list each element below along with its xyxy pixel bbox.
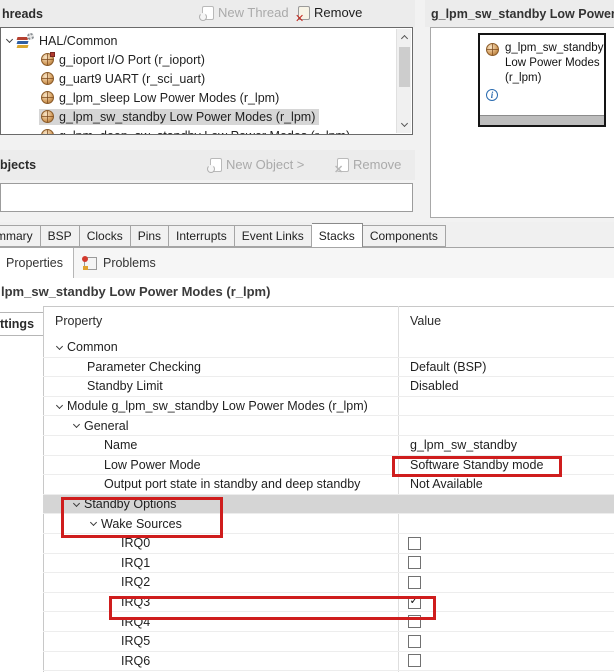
property-row[interactable]: Name g_lpm_sw_standby xyxy=(43,436,614,456)
property-row[interactable]: IRQ6 xyxy=(43,652,614,672)
remove-object-icon: ✕ xyxy=(337,158,349,172)
property-row[interactable]: IRQ4 xyxy=(43,612,614,632)
tree-item[interactable]: g_lpm_sleep Low Power Modes (r_lpm) xyxy=(1,88,395,107)
editor-tab[interactable]: Event Links xyxy=(235,225,312,247)
new-thread-icon xyxy=(202,6,214,20)
checkbox[interactable] xyxy=(408,654,421,667)
stack-panel-header: g_lpm_sw_standby Low Power xyxy=(425,0,614,27)
threads-toolbar: hreads New Thread ✕ Remove xyxy=(0,0,415,27)
property-row[interactable]: Common xyxy=(43,338,614,358)
remove-icon: ✕ xyxy=(298,6,310,20)
checkbox[interactable] xyxy=(408,635,421,648)
card-line-1: g_lpm_sw_standby xyxy=(505,41,603,56)
property-row[interactable]: Output port state in standby and deep st… xyxy=(43,475,614,495)
property-row[interactable]: Standby Options xyxy=(43,495,614,515)
expand-chevron-icon[interactable] xyxy=(6,36,13,43)
properties-view-title: lpm_sw_standby Low Power Modes (r_lpm) xyxy=(1,284,270,299)
property-row[interactable]: Module g_lpm_sw_standby Low Power Modes … xyxy=(43,397,614,417)
tree-item[interactable]: g_lpm_sw_standby Low Power Modes (r_lpm) xyxy=(1,107,395,126)
threads-panel-title: hreads xyxy=(2,7,43,21)
module-icon xyxy=(41,72,54,85)
editor-tab-bar: mmary BSP Clocks Pins Interrupts Event L… xyxy=(0,222,614,248)
properties-view: lpm_sw_standby Low Power Modes (r_lpm) t… xyxy=(0,278,614,672)
hal-common-icon xyxy=(17,33,34,48)
expand-chevron-icon[interactable] xyxy=(56,402,63,409)
view-tab-bar: Properties Problems xyxy=(0,248,614,278)
module-icon xyxy=(41,53,54,66)
module-icon xyxy=(41,91,54,104)
property-row[interactable]: IRQ2 xyxy=(43,573,614,593)
property-row[interactable]: Wake Sources xyxy=(43,514,614,534)
property-row[interactable]: IRQ0 xyxy=(43,534,614,554)
checkbox[interactable] xyxy=(408,556,421,569)
editor-tab[interactable]: mmary xyxy=(0,225,41,247)
tree-item[interactable]: g_ioport I/O Port (r_ioport) xyxy=(1,50,395,69)
remove-thread-button[interactable]: ✕ Remove xyxy=(298,5,362,20)
card-line-2: Low Power Modes xyxy=(505,56,603,71)
property-row[interactable]: Parameter Checking Default (BSP) xyxy=(43,358,614,378)
editor-tab[interactable]: BSP xyxy=(41,225,80,247)
property-row[interactable]: Standby Limit Disabled xyxy=(43,377,614,397)
property-row[interactable]: IRQ3 xyxy=(43,593,614,613)
objects-toolbar: bjects New Object > ✕ Remove xyxy=(0,150,415,180)
card-footer xyxy=(480,115,604,125)
tree-item[interactable]: g_uart9 UART (r_sci_uart) xyxy=(1,69,395,88)
new-object-button[interactable]: New Object > xyxy=(210,157,304,172)
property-row[interactable]: IRQ1 xyxy=(43,554,614,574)
editor-tab[interactable]: Stacks xyxy=(312,223,363,248)
editor-tab[interactable]: Clocks xyxy=(80,225,131,247)
module-card[interactable]: g_lpm_sw_standby Low Power Modes (r_lpm)… xyxy=(478,33,606,127)
card-line-3: (r_lpm) xyxy=(505,71,603,86)
remove-object-button[interactable]: ✕ Remove xyxy=(337,157,401,172)
editor-tab[interactable]: Interrupts xyxy=(169,225,235,247)
grid-column-headers: Property xyxy=(55,314,102,328)
expand-chevron-icon[interactable] xyxy=(73,500,80,507)
new-object-icon xyxy=(210,158,222,172)
problems-icon xyxy=(84,257,97,270)
threads-tree: HAL/Common g_ioport I/O Port (r_ioport) … xyxy=(0,27,413,135)
info-icon[interactable]: i xyxy=(486,89,498,101)
property-row[interactable]: General xyxy=(43,416,614,436)
property-row[interactable]: IRQ5 xyxy=(43,632,614,652)
tab-properties[interactable]: Properties xyxy=(0,248,74,278)
checkbox[interactable] xyxy=(408,615,421,628)
objects-list[interactable] xyxy=(0,183,413,212)
tree-scrollbar[interactable] xyxy=(396,29,411,133)
tab-settings[interactable]: ttings xyxy=(0,312,43,336)
expand-chevron-icon[interactable] xyxy=(90,519,97,526)
module-icon xyxy=(486,43,499,56)
property-row[interactable]: Low Power Mode Software Standby mode xyxy=(43,456,614,476)
tree-item[interactable]: g_lpm_deep_sw_standby Low Power Modes (r… xyxy=(1,126,395,135)
expand-chevron-icon[interactable] xyxy=(73,421,80,428)
editor-tab[interactable]: Components xyxy=(363,225,446,247)
objects-panel-title: bjects xyxy=(0,158,36,172)
property-grid: Common Parameter Checking Default (BSP) … xyxy=(43,338,614,672)
tree-root-hal-common[interactable]: HAL/Common xyxy=(1,31,395,50)
tab-problems[interactable]: Problems xyxy=(74,248,166,278)
checkbox[interactable] xyxy=(408,596,421,609)
editor-tab[interactable]: Pins xyxy=(131,225,169,247)
scrollbar-thumb[interactable] xyxy=(399,47,410,87)
checkbox[interactable] xyxy=(408,576,421,589)
checkbox[interactable] xyxy=(408,537,421,550)
module-icon xyxy=(41,110,54,123)
module-icon xyxy=(41,129,54,135)
scroll-up-icon[interactable] xyxy=(397,29,412,45)
expand-chevron-icon[interactable] xyxy=(56,343,63,350)
scroll-down-icon[interactable] xyxy=(397,117,412,133)
new-thread-button[interactable]: New Thread xyxy=(202,5,289,20)
grid-column-value: Value xyxy=(410,314,441,328)
column-property: Property xyxy=(55,314,102,328)
